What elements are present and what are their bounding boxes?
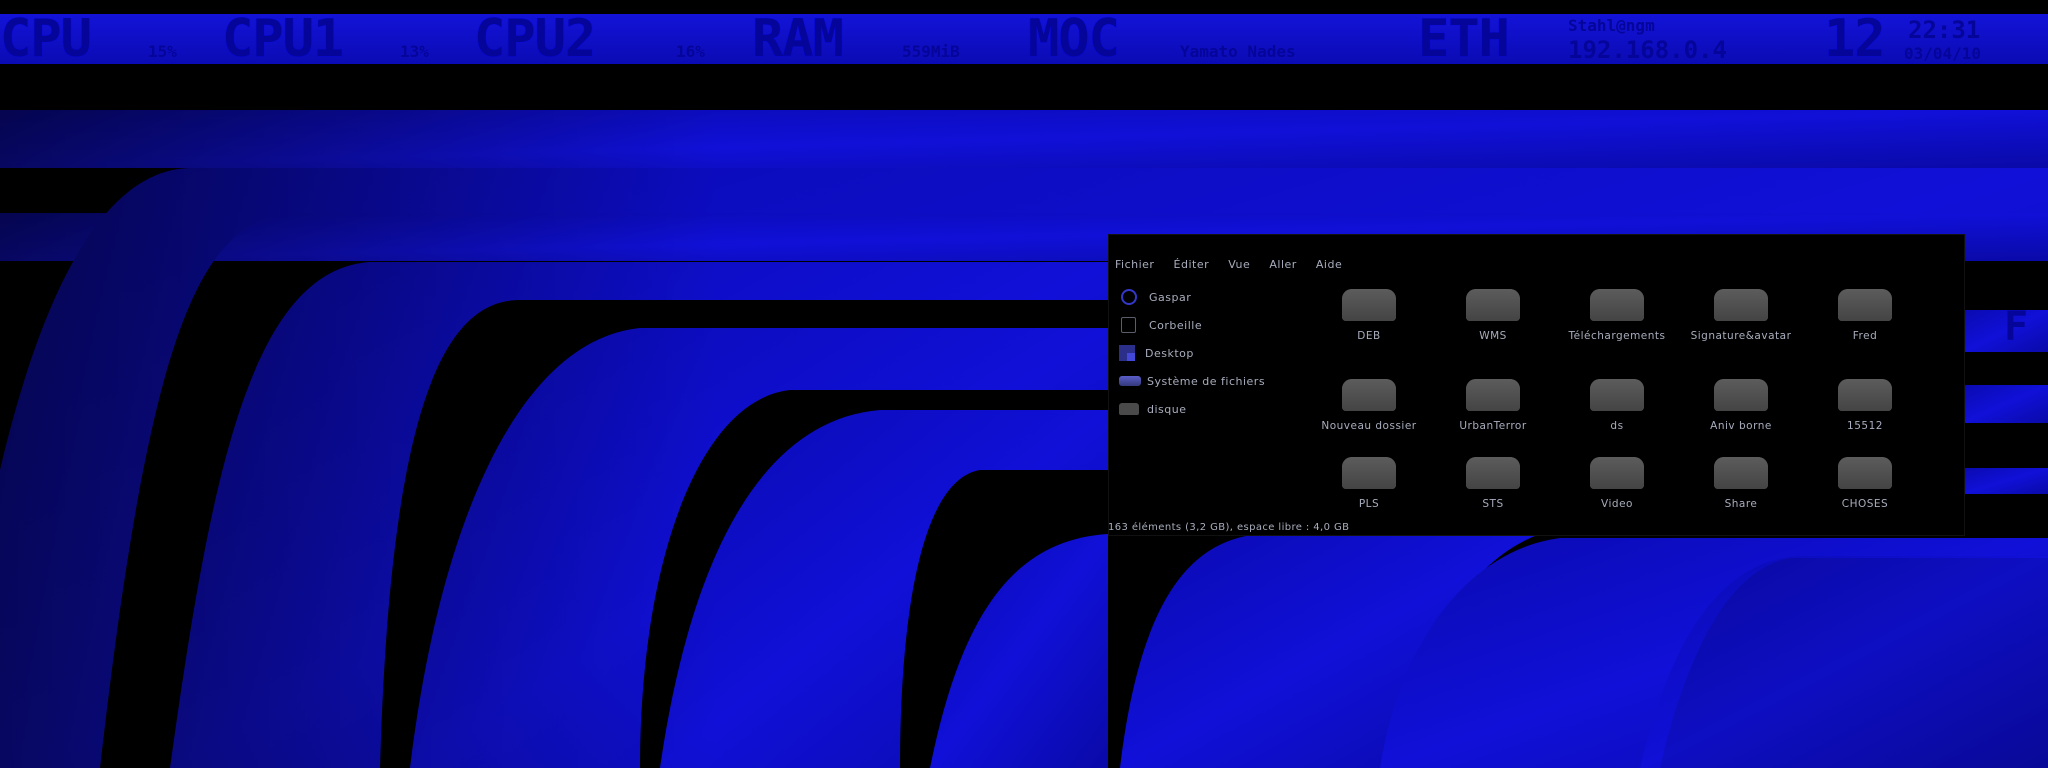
place-systeme-de-fichiers[interactable]: Système de fichiers <box>1119 367 1309 395</box>
place-gaspar[interactable]: Gaspar <box>1119 283 1309 311</box>
clock-date: 03/04/10 <box>1904 44 1982 63</box>
folder-icon <box>1466 379 1520 411</box>
place-label: disque <box>1147 402 1187 416</box>
folder-name: UrbanTerror <box>1459 420 1527 432</box>
cpu2-value: 16% <box>676 42 705 61</box>
folder-name: Fred <box>1852 330 1878 342</box>
day-number: 12 <box>1824 14 1886 64</box>
folder-icon <box>1714 379 1768 411</box>
folder-name: CHOSES <box>1841 498 1889 507</box>
moc-value: Yamato Nades <box>1180 42 1296 61</box>
place-label: Desktop <box>1145 346 1194 360</box>
desktop-icon <box>1119 345 1135 361</box>
folder-name: Nouveau dossier <box>1321 420 1417 432</box>
cpu1-value: 13% <box>400 42 429 61</box>
folder-item[interactable]: Video <box>1557 457 1677 507</box>
menu-editer[interactable]: Éditer <box>1174 258 1210 271</box>
folder-item[interactable]: Aniv borne <box>1681 379 1801 432</box>
folder-icon <box>1342 457 1396 489</box>
folder-name: DEB <box>1357 330 1381 342</box>
folder-item[interactable]: Fred <box>1805 289 1925 342</box>
places-sidebar: Gaspar Corbeille Desktop Système de fich… <box>1119 283 1309 423</box>
cpu-label: CPU <box>0 14 92 64</box>
folder-item[interactable]: PLS <box>1309 457 1429 507</box>
folder-name: PLS <box>1358 498 1380 507</box>
folder-item[interactable]: CHOSES <box>1805 457 1925 507</box>
place-label: Corbeille <box>1149 318 1203 332</box>
cpu2-label: CPU2 <box>474 14 596 64</box>
folder-icon <box>1466 289 1520 321</box>
disk-icon <box>1119 403 1139 415</box>
file-manager-window[interactable]: Fichier Éditer Vue Aller Aide Gaspar Cor… <box>1108 234 1965 536</box>
folder-item[interactable]: Signature&avatar <box>1681 289 1801 342</box>
file-grid: DEB WMS Téléchargements Signature&avatar… <box>1309 289 1949 507</box>
folder-item[interactable]: 15512 <box>1805 379 1925 432</box>
home-icon <box>1121 289 1137 305</box>
folder-icon <box>1590 379 1644 411</box>
folder-icon <box>1342 379 1396 411</box>
menu-aller[interactable]: Aller <box>1269 258 1296 271</box>
folder-name: Signature&avatar <box>1690 330 1792 342</box>
system-monitor-bar: CPU 15% CPU1 13% CPU2 16% RAM 559MiB MOC… <box>0 14 2048 64</box>
folder-name: WMS <box>1479 330 1507 342</box>
folder-name: ds <box>1610 420 1624 432</box>
moc-label: MOC <box>1028 14 1120 64</box>
place-label: Gaspar <box>1149 290 1192 304</box>
folder-icon <box>1466 457 1520 489</box>
folder-item[interactable]: WMS <box>1433 289 1553 342</box>
folder-name: Téléchargements <box>1568 330 1666 342</box>
filesystem-icon <box>1119 376 1141 386</box>
folder-name: Video <box>1601 498 1633 507</box>
folder-icon <box>1590 457 1644 489</box>
menu-aide[interactable]: Aide <box>1316 258 1342 271</box>
folder-item[interactable]: ds <box>1557 379 1677 432</box>
folder-icon <box>1838 289 1892 321</box>
ip-address: 192.168.0.4 <box>1568 36 1727 64</box>
menu-vue[interactable]: Vue <box>1228 258 1250 271</box>
place-desktop[interactable]: Desktop <box>1119 339 1309 367</box>
folder-icon <box>1714 289 1768 321</box>
folder-icon <box>1342 289 1396 321</box>
eth-host: Stahl@ngm <box>1568 16 1655 35</box>
ram-label: RAM <box>752 14 844 64</box>
side-glyph: F <box>2004 304 2029 350</box>
eth-label: ETH <box>1418 14 1510 64</box>
folder-icon <box>1838 379 1892 411</box>
folder-item[interactable]: Nouveau dossier <box>1309 379 1429 432</box>
folder-item[interactable]: Téléchargements <box>1557 289 1677 342</box>
clock-time: 22:31 <box>1908 16 1981 44</box>
cpu1-label: CPU1 <box>222 14 344 64</box>
folder-item[interactable]: STS <box>1433 457 1553 507</box>
folder-name: Aniv borne <box>1710 420 1772 432</box>
cpu-value: 15% <box>148 42 177 61</box>
folder-item[interactable]: UrbanTerror <box>1433 379 1553 432</box>
status-bar: 163 éléments (3,2 GB), espace libre : 4,… <box>1108 522 1350 533</box>
place-disque[interactable]: disque <box>1119 395 1309 423</box>
folder-icon <box>1714 457 1768 489</box>
ram-value: 559MiB <box>902 42 960 61</box>
folder-item[interactable]: Share <box>1681 457 1801 507</box>
folder-name: 15512 <box>1847 420 1883 432</box>
place-label: Système de fichiers <box>1147 374 1266 388</box>
folder-name: STS <box>1482 498 1504 507</box>
place-corbeille[interactable]: Corbeille <box>1119 311 1309 339</box>
folder-icon <box>1838 457 1892 489</box>
menu-bar: Fichier Éditer Vue Aller Aide <box>1115 253 1356 271</box>
menu-fichier[interactable]: Fichier <box>1115 258 1154 271</box>
folder-item[interactable]: DEB <box>1309 289 1429 342</box>
folder-name: Share <box>1724 498 1758 507</box>
trash-icon <box>1121 317 1136 333</box>
folder-icon <box>1590 289 1644 321</box>
